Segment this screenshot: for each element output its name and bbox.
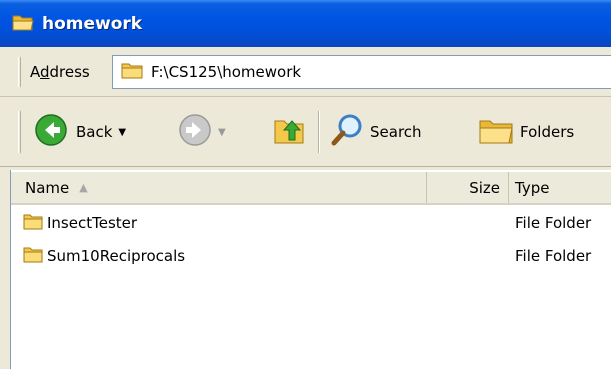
address-bar: Address F:\CS125\homework bbox=[0, 47, 611, 97]
search-button[interactable]: Search bbox=[330, 112, 422, 152]
toolbar: Back ▼ ▼ Search Folders bbox=[0, 97, 611, 167]
back-arrow-icon bbox=[34, 113, 68, 151]
address-label: Address bbox=[30, 62, 90, 81]
list-item-type: File Folder bbox=[515, 247, 592, 265]
folder-open-icon bbox=[12, 12, 34, 36]
folders-icon bbox=[478, 113, 514, 151]
chevron-down-icon[interactable]: ▼ bbox=[218, 127, 226, 138]
chevron-down-icon[interactable]: ▼ bbox=[118, 127, 126, 138]
forward-arrow-icon bbox=[178, 113, 212, 151]
folders-label: Folders bbox=[520, 123, 575, 141]
window-title: homework bbox=[42, 13, 143, 34]
back-button[interactable]: Back ▼ bbox=[34, 112, 126, 152]
up-folder-button[interactable] bbox=[272, 112, 306, 152]
toolbar-grip[interactable] bbox=[18, 111, 21, 153]
column-header-name[interactable]: Name ▲ bbox=[11, 172, 427, 203]
title-bar[interactable]: homework bbox=[0, 0, 611, 47]
list-item[interactable]: InsectTester File Folder bbox=[11, 210, 611, 236]
folder-icon bbox=[23, 245, 43, 267]
search-icon bbox=[330, 113, 364, 151]
address-path: F:\CS125\homework bbox=[151, 63, 302, 81]
forward-button[interactable]: ▼ bbox=[178, 112, 226, 152]
address-input[interactable]: F:\CS125\homework bbox=[112, 55, 611, 89]
column-header-size[interactable]: Size bbox=[427, 172, 509, 203]
sort-ascending-icon: ▲ bbox=[79, 181, 88, 194]
search-label: Search bbox=[370, 123, 422, 141]
file-list[interactable]: Name ▲ Size Type InsectTester File Folde… bbox=[10, 170, 611, 369]
folder-icon bbox=[121, 61, 143, 83]
list-item[interactable]: Sum10Reciprocals File Folder bbox=[11, 243, 611, 269]
folders-button[interactable]: Folders bbox=[478, 112, 574, 152]
list-header: Name ▲ Size Type bbox=[11, 172, 611, 205]
folder-icon bbox=[23, 212, 43, 234]
column-header-type[interactable]: Type bbox=[509, 172, 611, 203]
toolbar-separator bbox=[318, 111, 320, 153]
list-item-name: InsectTester bbox=[47, 214, 138, 232]
list-item-name: Sum10Reciprocals bbox=[47, 247, 186, 265]
back-label: Back bbox=[76, 123, 113, 141]
up-folder-icon bbox=[272, 113, 306, 151]
address-bar-grip[interactable] bbox=[18, 57, 21, 87]
list-item-type: File Folder bbox=[515, 214, 592, 232]
